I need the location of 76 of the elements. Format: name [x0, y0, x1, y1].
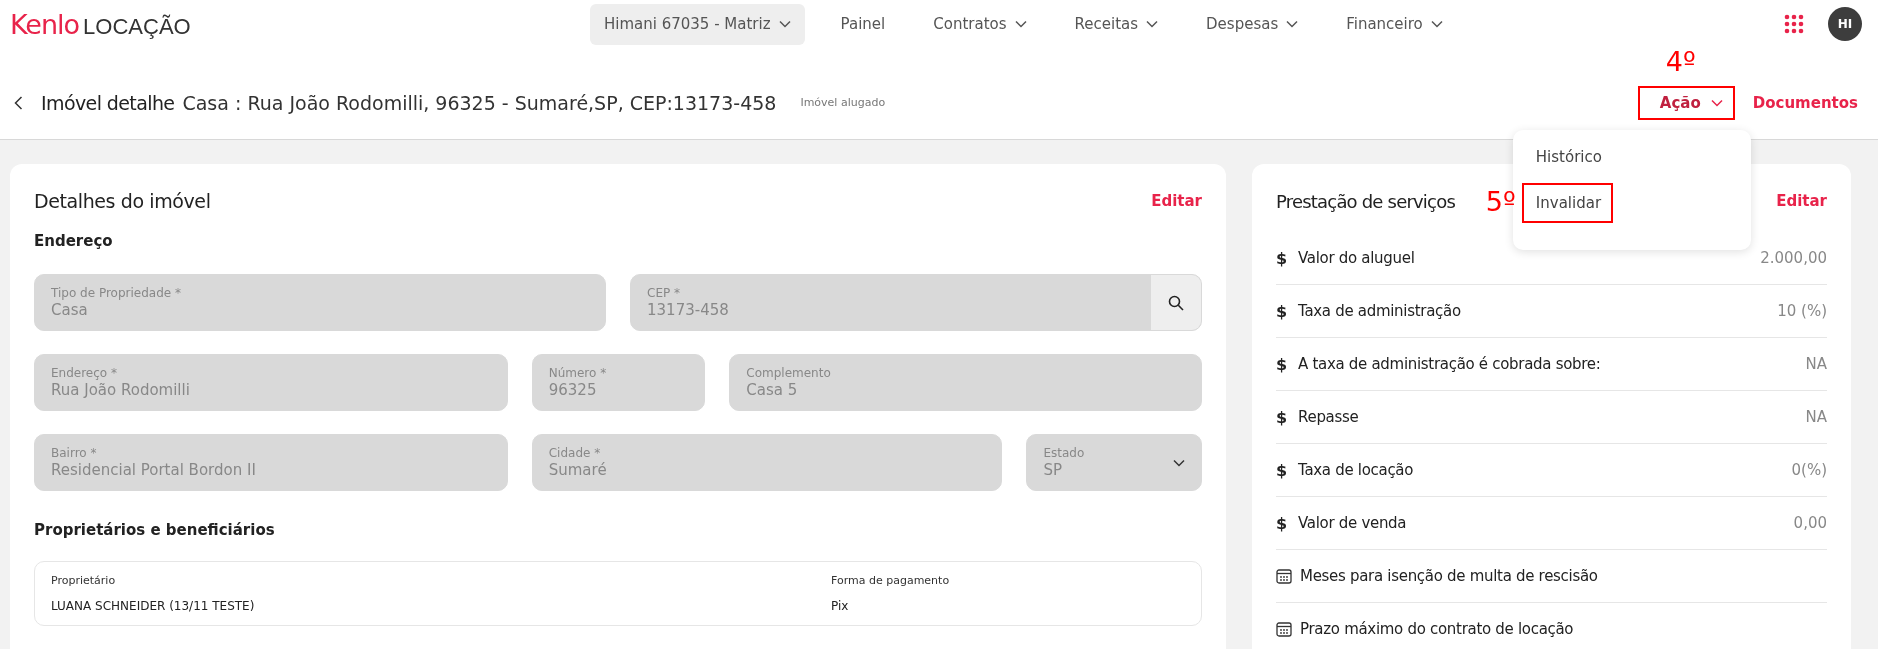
chevron-down-icon	[1286, 20, 1299, 28]
logo-product: LOCAÇÃO	[83, 13, 191, 40]
field-value: Casa	[51, 301, 89, 319]
row-label: Repasse	[1298, 408, 1359, 426]
row-value: NA	[1805, 355, 1827, 373]
annotation-label: 4º	[1665, 47, 1696, 75]
row-label: Meses para isenção de multa de rescisão	[1300, 567, 1598, 585]
dollar-icon: $	[1276, 513, 1290, 533]
section-heading: Proprietários e beneficiários	[34, 521, 276, 541]
menu-item[interactable]: Invalidar	[1521, 182, 1614, 223]
nav-item[interactable]: Despesas	[1182, 4, 1323, 44]
property-address: Casa : Rua João Rodomilli, 96325 - Sumaré,SP, CEP:13173-458	[182, 91, 777, 114]
row-value: 2.000,00	[1760, 249, 1827, 267]
page-title: Imóvel detalhe	[41, 91, 175, 114]
chevron-down-icon	[1146, 20, 1159, 28]
field-label: Complemento	[746, 366, 832, 380]
action-button[interactable]: Ação	[1637, 85, 1735, 120]
status-label: Imóvel alugado	[800, 96, 886, 109]
search-icon	[1168, 294, 1184, 311]
field-value: 96325	[548, 381, 598, 399]
row-value: 10 (%)	[1777, 302, 1827, 320]
dollar-icon: $	[1276, 407, 1290, 427]
edit-link[interactable]: Editar	[1151, 192, 1202, 210]
calendar-icon	[1276, 621, 1292, 637]
chevron-down-icon	[1173, 458, 1185, 467]
nav-item[interactable]: Financeiro	[1322, 4, 1467, 44]
chevron-down-icon	[1710, 98, 1723, 107]
field-label: Tipo de Propriedade *	[51, 286, 182, 300]
table-cell-text: LUANA SCHNEIDER (13/11 TESTE)	[51, 599, 256, 613]
dollar-icon: $	[1276, 460, 1290, 480]
field-value: Rua João Rodomilli	[51, 381, 191, 399]
field-label: Bairro *	[51, 446, 98, 460]
field-value: Sumaré	[548, 461, 608, 479]
branch-selector[interactable]: Himani 67035 - Matriz	[590, 3, 805, 45]
column-header: Forma de pagamento	[831, 574, 951, 587]
field-value: Residencial Portal Bordon II	[51, 461, 257, 479]
row-value: 0,00	[1793, 514, 1827, 532]
apps-grid-icon	[1784, 14, 1804, 34]
row-value: 0(%)	[1791, 461, 1827, 479]
chevron-left-icon	[14, 95, 23, 110]
field-value: 13173-458	[647, 301, 730, 319]
field-label: Número *	[548, 366, 608, 380]
dollar-icon: $	[1276, 248, 1290, 268]
logo-brand: Kenlo	[10, 8, 80, 40]
row-label: Taxa de administração	[1298, 302, 1461, 320]
field-label: Cidade *	[548, 446, 602, 460]
chevron-down-icon	[1014, 20, 1027, 28]
section-heading: Endereço	[34, 232, 114, 252]
calendar-icon	[1276, 568, 1292, 584]
row-label: Valor do aluguel	[1298, 249, 1415, 267]
field-label: Endereço *	[51, 366, 118, 380]
row-label: Taxa de locação	[1298, 461, 1414, 479]
annotation-label: 5º	[1485, 187, 1516, 215]
row-label: Prazo máximo do contrato de locação	[1300, 620, 1574, 638]
card-title: Prestação de serviços	[1276, 190, 1455, 212]
chevron-down-icon	[778, 20, 791, 28]
nav-item[interactable]: Contratos	[909, 4, 1051, 44]
row-label: A taxa de administração é cobrada sobre:	[1298, 355, 1601, 373]
row-label: Valor de venda	[1298, 514, 1407, 532]
card-title: Detalhes do imóvel	[34, 190, 211, 212]
menu-item[interactable]: Histórico	[1523, 147, 1612, 166]
nav-item[interactable]: Receitas	[1050, 4, 1183, 44]
table-cell-text: Pix	[831, 599, 850, 613]
edit-link[interactable]: Editar	[1776, 192, 1827, 210]
nav-item[interactable]: Painel	[816, 4, 910, 44]
row-value: NA	[1805, 408, 1827, 426]
field-value: SP	[1043, 461, 1064, 479]
documents-link[interactable]: Documentos	[1752, 93, 1858, 112]
field-label: Estado	[1043, 446, 1086, 460]
dollar-icon: $	[1276, 301, 1290, 321]
field-value: Casa 5	[746, 381, 799, 399]
avatar[interactable]: HI	[1828, 7, 1862, 41]
chevron-down-icon	[1430, 20, 1443, 28]
field-label: CEP *	[647, 286, 681, 300]
dollar-icon: $	[1276, 354, 1290, 374]
column-header: Proprietário	[51, 574, 117, 587]
